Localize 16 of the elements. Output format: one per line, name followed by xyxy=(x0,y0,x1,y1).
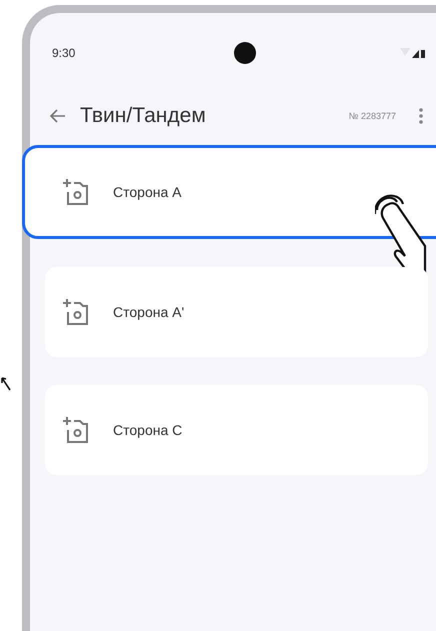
signal-icon xyxy=(400,47,426,59)
back-arrow-icon[interactable] xyxy=(50,109,66,123)
add-photo-icon xyxy=(63,416,89,444)
side-card[interactable]: Сторона A' xyxy=(45,267,428,357)
side-label: Сторона C xyxy=(113,422,182,438)
side-label: Сторона A xyxy=(113,184,182,200)
side-card[interactable]: Сторона C xyxy=(45,385,428,475)
more-menu-icon[interactable] xyxy=(418,107,424,125)
arrow-icon xyxy=(0,376,12,392)
add-photo-icon xyxy=(63,298,89,326)
order-number: № 2283777 xyxy=(348,111,396,121)
screen-title: Твин/Тандем xyxy=(80,104,207,128)
status-time: 9:30 xyxy=(52,46,76,60)
side-label: Сторона A' xyxy=(113,304,184,320)
camera-dot xyxy=(234,42,256,64)
add-photo-icon xyxy=(63,178,89,206)
